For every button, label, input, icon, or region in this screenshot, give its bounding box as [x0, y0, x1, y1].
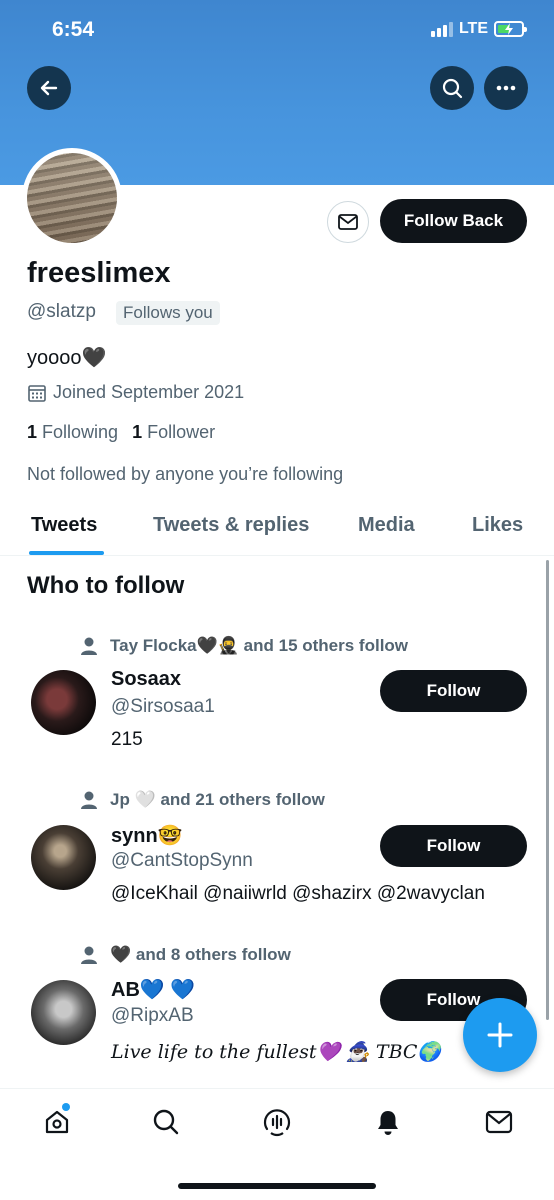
suggestion-name[interactable]: AB💙 💙 [111, 977, 195, 1002]
scrollbar[interactable] [546, 560, 549, 1020]
suggestion-name[interactable]: Sosaax [111, 668, 181, 691]
profile-tabs: Tweets Tweets & replies Media Likes [0, 500, 554, 556]
social-context: 🖤 and 8 others follow [80, 945, 291, 965]
profile-bio: yoooo🖤 [27, 347, 107, 369]
message-button[interactable] [327, 201, 369, 243]
joined-text: Joined September 2021 [53, 382, 245, 402]
follow-counts: 1 Following 1 Follower [27, 422, 215, 443]
tab-tweets[interactable]: Tweets [31, 514, 97, 537]
tab-media[interactable]: Media [358, 514, 415, 537]
nav-spaces[interactable] [260, 1105, 294, 1139]
spaces-icon [263, 1109, 291, 1137]
avatar[interactable] [31, 670, 96, 735]
nav-home[interactable] [40, 1105, 74, 1139]
notification-dot [62, 1103, 70, 1111]
home-icon [45, 1110, 69, 1134]
follow-button[interactable]: Follow [380, 825, 527, 867]
person-icon [81, 946, 97, 964]
arrow-left-icon [40, 80, 58, 96]
more-button[interactable] [484, 66, 528, 110]
joined-date: Joined September 2021 [27, 382, 244, 403]
suggestion-bio: 215 [111, 729, 143, 750]
suggestion-handle: @Sirsosaa1 [111, 696, 215, 717]
signal-icon [430, 21, 453, 37]
person-icon [81, 791, 97, 809]
suggestion-handle: @CantStopSynn [111, 850, 253, 871]
follows-you-badge: Follows you [116, 301, 220, 325]
bottom-navigation [0, 1088, 554, 1200]
plus-icon [487, 1022, 513, 1048]
suggestion-handle: @RipxAB [111, 1005, 194, 1026]
social-context: Tay Flocka🖤🥷 and 15 others follow [80, 636, 408, 656]
search-button[interactable] [430, 66, 474, 110]
search-icon [442, 78, 463, 99]
following-link[interactable]: 1 Following [27, 422, 118, 443]
display-name: freeslimex [27, 257, 171, 289]
followers-link[interactable]: 1 Follower [132, 422, 215, 443]
suggestion-bio: 𝐿𝑖𝑣𝑒 𝑙𝑖𝑓𝑒 𝑡𝑜 𝑡ℎ𝑒 𝑓𝑢𝑙𝑙𝑒𝑠𝑡💜 🧙🏿‍♂️ TBC🌍 [111, 1041, 442, 1063]
envelope-icon [338, 214, 358, 230]
more-horizontal-icon [496, 85, 516, 91]
who-to-follow-title: Who to follow [27, 572, 185, 599]
tab-tweets-replies[interactable]: Tweets & replies [153, 514, 309, 537]
battery-icon [494, 21, 527, 37]
back-button[interactable] [27, 66, 71, 110]
suggestion-bio: @IceKhail @naiiwrld @shazirx @2wavyclan [111, 883, 485, 904]
notifications-icon [378, 1111, 398, 1135]
network-label: LTE [458, 20, 488, 37]
search-icon [153, 1109, 179, 1135]
avatar[interactable] [31, 825, 96, 890]
compose-tweet-button[interactable] [463, 998, 537, 1072]
active-tab-indicator [29, 551, 104, 555]
social-context: Jp 🤍 and 21 others follow [80, 790, 325, 810]
person-icon [81, 637, 97, 655]
avatar[interactable] [31, 980, 96, 1045]
status-indicators: LTE [430, 20, 527, 38]
profile-avatar[interactable] [22, 148, 122, 248]
home-indicator[interactable] [178, 1183, 376, 1189]
profile-handle: @slatzp [27, 301, 96, 322]
follow-button[interactable]: Follow [380, 670, 527, 712]
follow-back-button[interactable]: Follow Back [380, 199, 527, 243]
suggestion-name[interactable]: synn🤓 [111, 823, 183, 848]
not-followed-note: Not followed by anyone you’re following [27, 464, 344, 484]
messages-icon [485, 1110, 513, 1134]
nav-messages[interactable] [482, 1105, 516, 1139]
nav-search[interactable] [149, 1105, 183, 1139]
nav-notifications[interactable] [371, 1105, 405, 1139]
status-time: 6:54 [52, 18, 95, 41]
calendar-icon [28, 384, 46, 402]
tab-likes[interactable]: Likes [472, 514, 523, 537]
